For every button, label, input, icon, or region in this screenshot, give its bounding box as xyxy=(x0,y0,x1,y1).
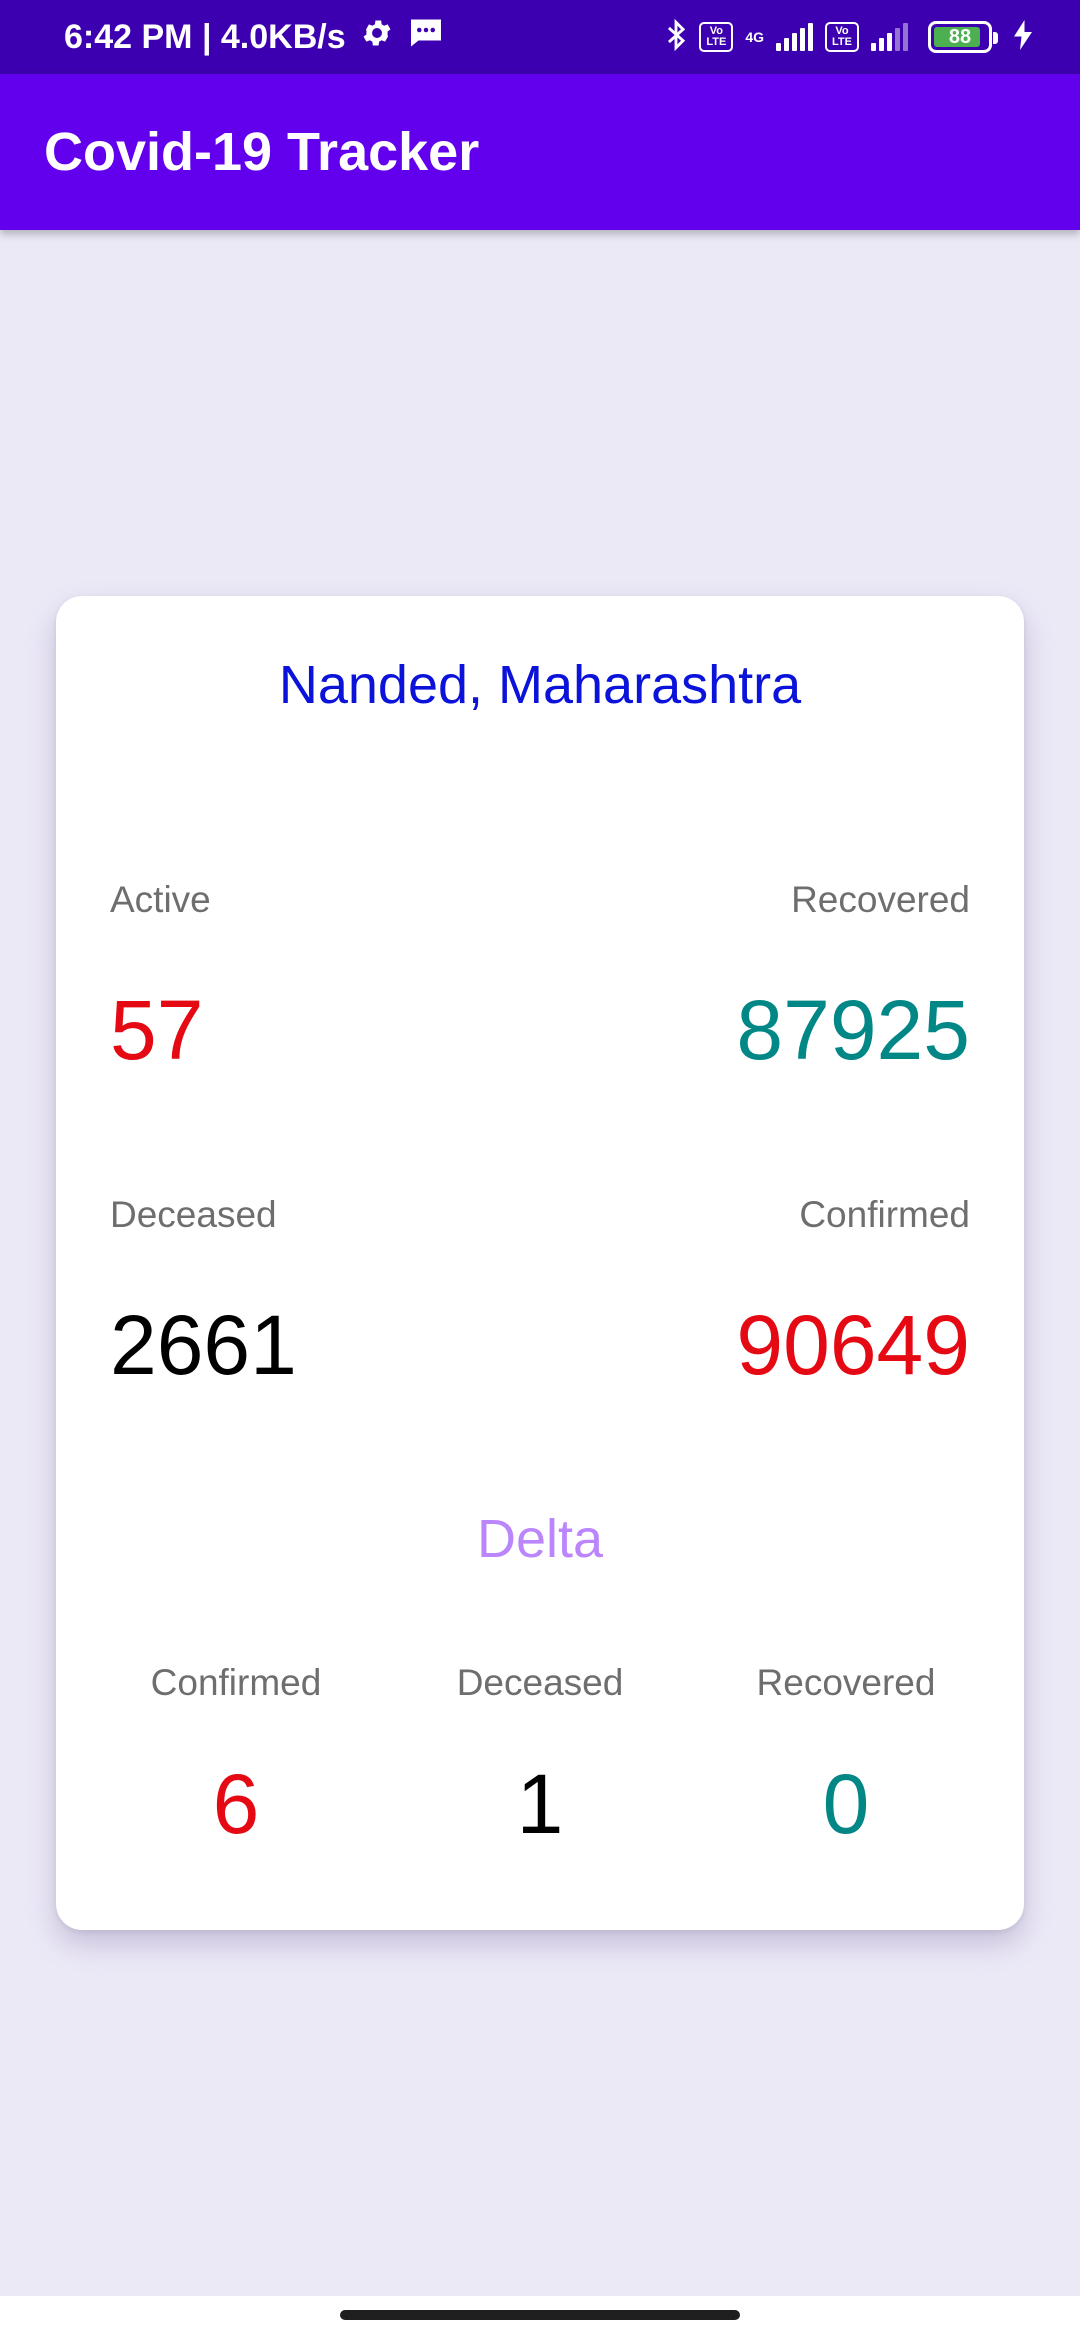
delta-deceased: Deceased 1 xyxy=(390,1662,690,1846)
delta-confirmed-value: 6 xyxy=(212,1757,260,1851)
delta-confirmed: Confirmed 6 xyxy=(86,1662,386,1846)
active-label: Active xyxy=(110,879,211,920)
location-title: Nanded, Maharashtra xyxy=(278,655,802,715)
active-value: 57 xyxy=(110,983,204,1077)
volte-icon-2: Vo LTE xyxy=(825,22,859,52)
home-gesture-handle[interactable] xyxy=(340,2310,740,2320)
signal-icon-2 xyxy=(871,23,908,51)
message-icon xyxy=(408,16,444,59)
app-title: Covid-19 Tracker xyxy=(44,122,480,182)
delta-deceased-label: Deceased xyxy=(456,1662,624,1703)
recovered-value: 87925 xyxy=(736,983,970,1077)
delta-recovered-label: Recovered xyxy=(756,1662,936,1703)
signal-icon xyxy=(776,23,813,51)
confirmed-value: 90649 xyxy=(736,1298,970,1392)
status-time-speed: 6:42 PM | 4.0KB/s xyxy=(64,17,346,56)
delta-recovered: Recovered 0 xyxy=(696,1662,996,1846)
battery-level: 88 xyxy=(948,25,972,48)
status-left: 6:42 PM | 4.0KB/s xyxy=(64,0,444,74)
volte-icon: Vo LTE xyxy=(699,22,734,52)
delta-title: Delta xyxy=(476,1509,604,1569)
gear-icon xyxy=(360,16,394,59)
app-bar: Covid-19 Tracker xyxy=(0,74,1080,230)
battery-icon: 88 xyxy=(928,21,998,53)
network-type-label: 4G xyxy=(745,29,764,45)
charging-icon xyxy=(1014,19,1032,55)
gesture-nav-bar xyxy=(0,2296,1080,2340)
deceased-value: 2661 xyxy=(110,1298,297,1392)
delta-deceased-value: 1 xyxy=(516,1757,564,1851)
status-bar: 6:42 PM | 4.0KB/s Vo LTE 4G Vo LTE 88 xyxy=(0,0,1080,74)
stats-card: Nanded, Maharashtra Active 57 Recovered … xyxy=(56,596,1024,1930)
recovered-label: Recovered xyxy=(791,879,970,920)
delta-recovered-value: 0 xyxy=(822,1757,870,1851)
network-type: 4G xyxy=(745,30,764,44)
status-right: Vo LTE 4G Vo LTE 88 xyxy=(665,0,1032,74)
delta-confirmed-label: Confirmed xyxy=(150,1662,322,1703)
confirmed-label: Confirmed xyxy=(799,1194,970,1235)
bluetooth-icon xyxy=(665,18,687,57)
deceased-label: Deceased xyxy=(110,1194,277,1235)
